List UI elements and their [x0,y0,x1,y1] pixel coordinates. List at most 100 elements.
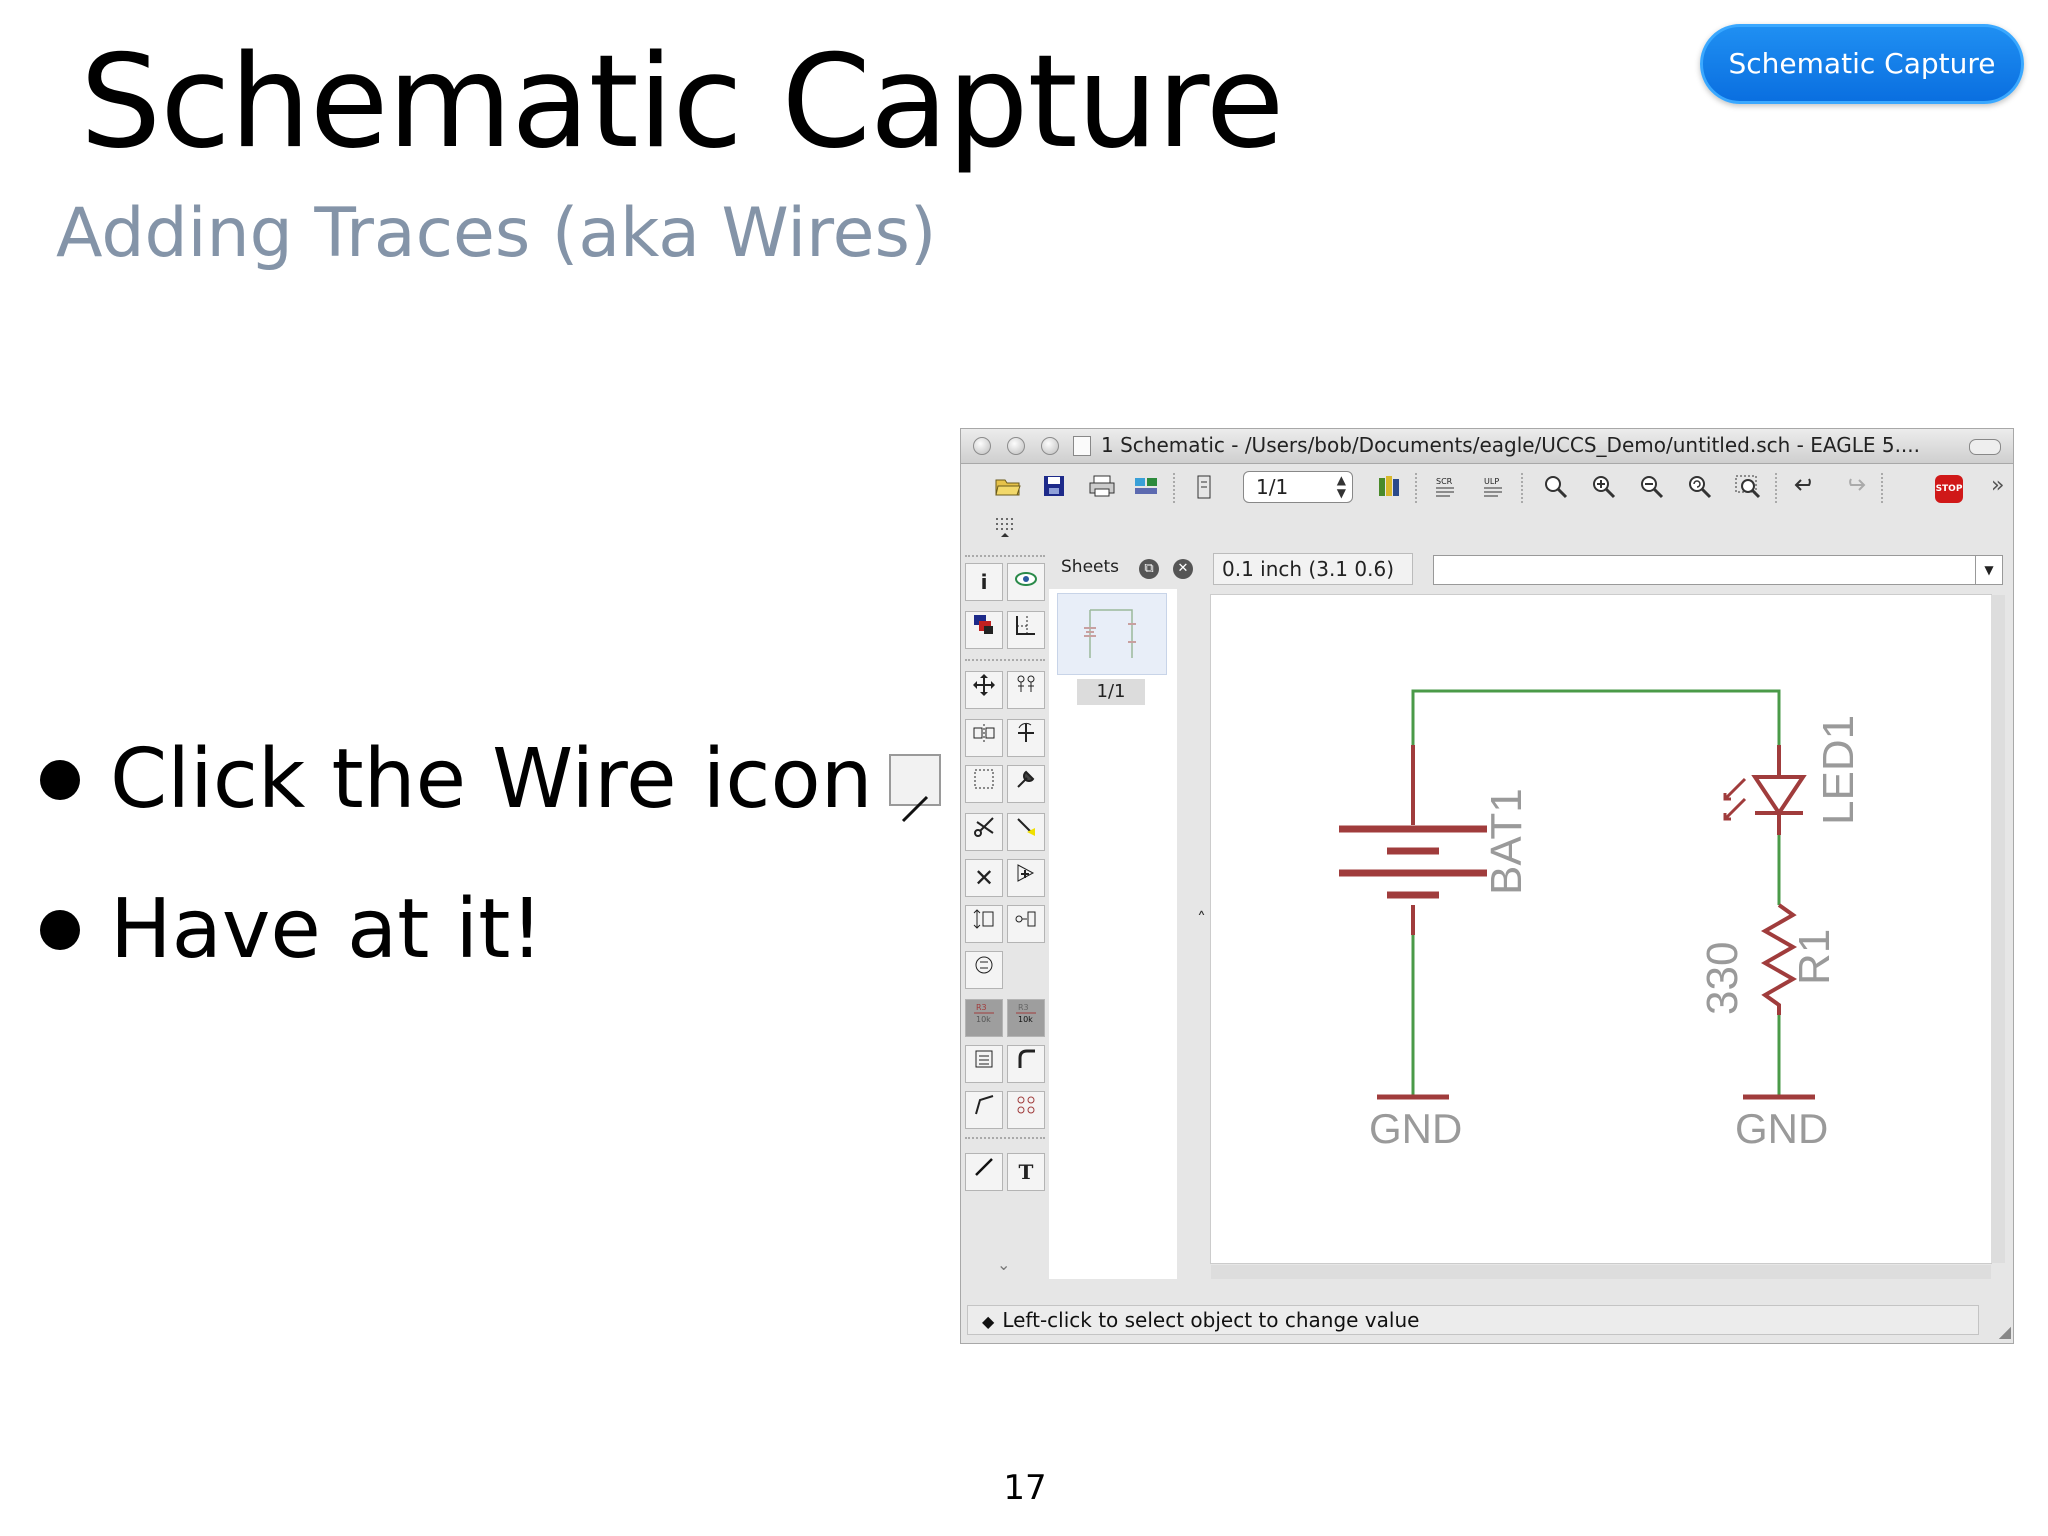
sheets-scrollbar[interactable] [1177,589,1197,1279]
add-part-icon[interactable] [1007,859,1045,897]
toolbar-overflow-icon[interactable]: » [1991,473,2004,498]
grid-icon[interactable] [991,515,1021,543]
gnd-label-right: GND [1735,1105,1828,1152]
command-history-dropdown-icon[interactable]: ▼ [1975,556,2002,584]
bullet-item: Have at it! [40,880,543,980]
redraw-icon[interactable] [1685,474,1715,502]
canvas-horizontal-scrollbar[interactable] [1211,1265,1991,1279]
cam-processor-icon[interactable] [1131,474,1161,502]
grid-toolbar [961,511,2013,551]
main-toolbar: 1/1 ▲ ▼ SCR ULP STOP » [961,465,2013,511]
rotate-tool-icon[interactable] [1007,719,1045,757]
display-layers-icon[interactable] [965,611,1003,649]
delete-tool-icon[interactable]: ✕ [965,859,1003,897]
save-icon[interactable] [1039,474,1069,502]
sheet-icon[interactable] [1189,474,1219,502]
sheet-select[interactable]: 1/1 ▲ ▼ [1243,471,1353,503]
svg-text:10k: 10k [1018,1015,1033,1024]
miter-tool-icon[interactable] [1007,1045,1045,1083]
name-tool-icon[interactable]: R3 10k [965,999,1003,1037]
group-tool-icon[interactable] [965,765,1003,803]
copy-tool-icon[interactable] [1007,671,1045,709]
svg-text:SCR: SCR [1436,477,1453,486]
net-wire-top [1411,689,1781,745]
sheets-label: Sheets [1061,557,1120,577]
schematic-drawing: BAT1 LED1 330 R1 GND GND [1339,689,1863,1152]
splitter-handle-icon[interactable]: ˄ [1197,909,1206,930]
status-bar: ◆ Left-click to select object to change v… [967,1305,1979,1335]
redo-icon[interactable] [1839,474,1869,502]
sheet-select-value: 1/1 [1256,475,1289,499]
invoke-tool-icon[interactable] [1007,1091,1045,1129]
svg-text:R3: R3 [976,1003,987,1012]
command-line-input[interactable]: ▼ [1433,555,2003,585]
detach-panel-icon[interactable]: ⧉ [1139,559,1159,579]
status-message: Left-click to select object to change va… [1002,1308,1420,1332]
text-tool-icon[interactable]: T [1007,1153,1045,1191]
resistor-name-label: R1 [1790,929,1839,985]
resistor-value-label: 330 [1698,942,1747,1015]
bullet-item: Click the Wire icon [40,730,941,830]
gateswap-tool-icon[interactable] [965,951,1003,989]
window-title: 1 Schematic - /Users/bob/Documents/eagle… [1101,433,1921,457]
coordinate-display: 0.1 inch (3.1 0.6) [1213,553,1413,585]
led-symbol [1723,745,1807,835]
sheet-thumbnail[interactable] [1057,593,1167,675]
svg-text:R3: R3 [1018,1003,1029,1012]
mark-tool-icon[interactable] [1007,611,1045,649]
tool-palette: i ✕ R3 10k R3 10k T ⌄ [961,555,1049,1295]
library-icon[interactable] [1375,474,1405,502]
toolbar-toggle-button[interactable] [1969,439,2001,455]
cut-tool-icon[interactable] [965,813,1003,851]
move-tool-icon[interactable] [965,671,1003,709]
slide-title: Schematic Capture [80,28,1284,177]
slide-subtitle: Adding Traces (aka Wires) [56,194,937,273]
gnd-label-left: GND [1369,1105,1462,1152]
info-tool-icon[interactable]: i [965,563,1003,601]
split-tool-icon[interactable] [965,1091,1003,1129]
bullet-text: Have at it! [110,882,544,977]
close-window-button[interactable] [973,437,991,455]
show-tool-icon[interactable] [1007,563,1045,601]
led-label: LED1 [1814,715,1863,825]
svg-text:10k: 10k [976,1015,991,1024]
resize-grip-icon[interactable]: ◢ [1999,1322,2011,1341]
battery-symbol [1339,745,1487,935]
eagle-window: 1 Schematic - /Users/bob/Documents/eagle… [960,428,2014,1344]
title-bar[interactable]: 1 Schematic - /Users/bob/Documents/eagle… [961,429,2013,464]
resistor-symbol [1760,903,1798,1015]
sheet-item-label[interactable]: 1/1 [1077,679,1145,705]
close-panel-icon[interactable]: ✕ [1173,559,1193,579]
bullet-text: Click the Wire icon [110,732,873,827]
mirror-tool-icon[interactable] [965,719,1003,757]
canvas-vertical-scrollbar[interactable] [1991,595,2005,1263]
bullet-dot-icon [40,909,80,950]
zoom-in-icon[interactable] [1589,474,1619,502]
bullet-dot-icon [40,759,80,800]
section-badge: Schematic Capture [1700,24,2024,104]
script-icon[interactable]: SCR [1431,474,1461,502]
zoom-select-icon[interactable] [1733,474,1763,502]
undo-icon[interactable] [1791,474,1821,502]
pinswap-tool-icon[interactable] [965,905,1003,943]
svg-text:ULP: ULP [1484,477,1499,486]
sheets-panel: 1/1 [1049,589,1178,1279]
wire-tool-icon[interactable] [965,1153,1003,1191]
print-icon[interactable] [1087,474,1117,502]
smash-tool-icon[interactable] [965,1045,1003,1083]
stop-icon[interactable]: STOP [1935,475,1963,503]
open-folder-icon[interactable] [993,474,1023,502]
change-tool-icon[interactable] [1007,765,1045,803]
page-number: 17 [1003,1468,1047,1508]
zoom-window-button[interactable] [1041,437,1059,455]
minimize-window-button[interactable] [1007,437,1025,455]
ulp-icon[interactable]: ULP [1479,474,1509,502]
status-diamond-icon: ◆ [982,1312,995,1331]
zoom-out-icon[interactable] [1637,474,1667,502]
schematic-canvas[interactable]: BAT1 LED1 330 R1 GND GND [1211,595,1991,1263]
value-tool-icon[interactable]: R3 10k [1007,999,1045,1037]
replace-tool-icon[interactable] [1007,905,1045,943]
paste-tool-icon[interactable] [1007,813,1045,851]
zoom-fit-icon[interactable] [1541,474,1571,502]
expand-palette-icon[interactable]: ⌄ [997,1255,1010,1274]
